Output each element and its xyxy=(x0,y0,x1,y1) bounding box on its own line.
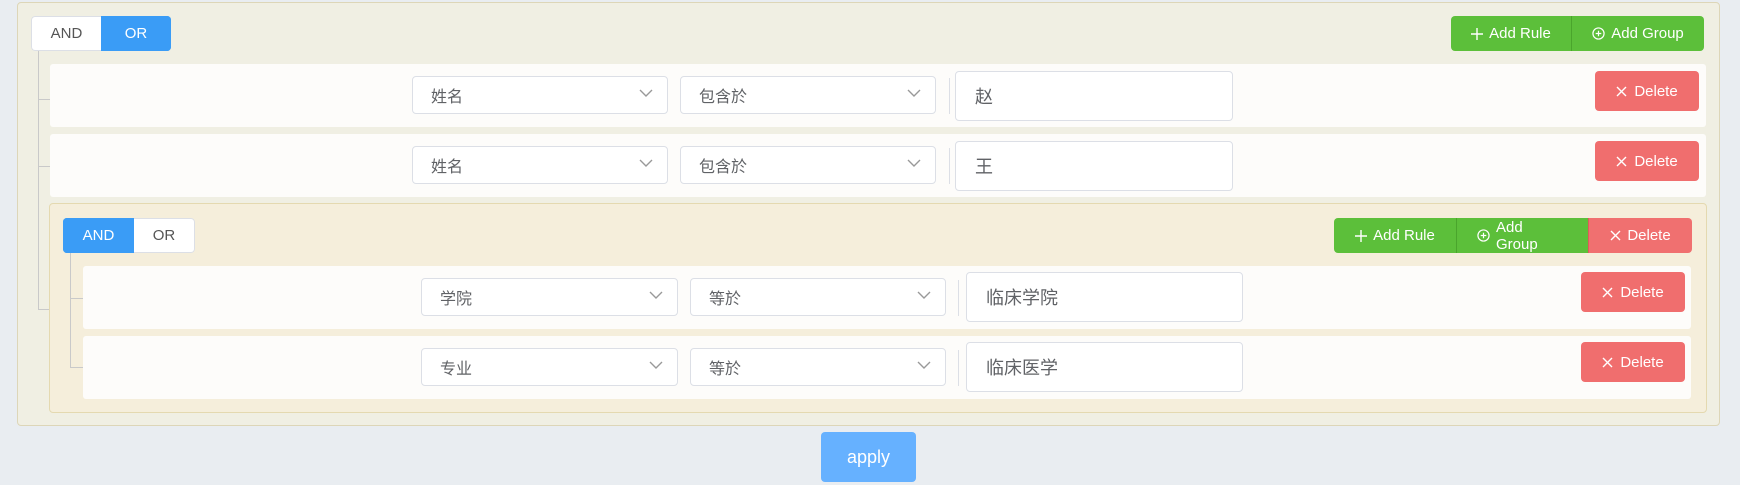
field-select-value: 学院 xyxy=(440,291,473,308)
add-group-label: Add Group xyxy=(1496,218,1538,253)
chevron-down-icon xyxy=(907,159,921,168)
operator-select[interactable]: 等於 xyxy=(690,278,946,316)
tree-line xyxy=(70,298,84,299)
field-select[interactable]: 学院 xyxy=(421,278,678,316)
operator-select-value: 包含於 xyxy=(699,89,748,106)
chevron-down-icon xyxy=(917,291,931,300)
delete-rule-button[interactable]: Delete xyxy=(1595,71,1699,111)
or-toggle-button[interactable]: OR xyxy=(101,16,171,51)
add-rule-label: Add Rule xyxy=(1373,227,1435,244)
operator-select[interactable]: 包含於 xyxy=(680,146,936,184)
divider xyxy=(958,280,959,316)
circle-plus-icon xyxy=(1477,229,1490,242)
delete-group-button[interactable]: Delete xyxy=(1588,218,1692,253)
delete-label: Delete xyxy=(1627,227,1671,244)
chevron-down-icon xyxy=(649,291,663,300)
value-input[interactable]: 赵 xyxy=(955,71,1233,121)
add-rule-button[interactable]: Add Rule xyxy=(1334,218,1456,253)
delete-rule-button[interactable]: Delete xyxy=(1595,141,1699,181)
add-group-label: Add Group xyxy=(1611,25,1684,42)
close-icon xyxy=(1616,156,1627,167)
outer-conjunction-toggle: AND OR xyxy=(31,16,171,51)
delete-label: Delete xyxy=(1634,152,1678,170)
field-select-value: 姓名 xyxy=(431,89,464,106)
inner-conjunction-toggle: AND OR xyxy=(63,218,195,253)
add-group-button[interactable]: Add Group xyxy=(1571,16,1704,51)
plus-icon xyxy=(1355,229,1368,242)
close-icon xyxy=(1602,357,1613,368)
add-rule-label: Add Rule xyxy=(1489,25,1551,42)
apply-button[interactable]: apply xyxy=(821,432,916,482)
circle-plus-icon xyxy=(1592,27,1605,40)
plus-icon xyxy=(1471,27,1484,40)
close-icon xyxy=(1616,86,1627,97)
inner-group-actions: Add Rule Add Group Delete xyxy=(1334,218,1692,253)
divider xyxy=(949,148,950,184)
operator-select-value: 等於 xyxy=(709,291,742,308)
tree-line xyxy=(70,367,84,368)
value-input[interactable]: 王 xyxy=(955,141,1233,191)
close-icon xyxy=(1602,287,1613,298)
delete-label: Delete xyxy=(1634,82,1678,100)
operator-select[interactable]: 包含於 xyxy=(680,76,936,114)
tree-line xyxy=(38,48,39,309)
chevron-down-icon xyxy=(639,89,653,98)
outer-group-actions: Add Rule Add Group xyxy=(1451,16,1704,51)
divider xyxy=(958,350,959,386)
and-toggle-button[interactable]: AND xyxy=(31,16,101,51)
chevron-down-icon xyxy=(917,361,931,370)
and-toggle-button[interactable]: AND xyxy=(63,218,134,253)
field-select[interactable]: 专业 xyxy=(421,348,678,386)
divider xyxy=(949,78,950,114)
delete-rule-button[interactable]: Delete xyxy=(1581,272,1685,312)
operator-select[interactable]: 等於 xyxy=(690,348,946,386)
value-input[interactable]: 临床医学 xyxy=(966,342,1243,392)
value-input-text: 临床学院 xyxy=(986,288,1058,308)
chevron-down-icon xyxy=(639,159,653,168)
delete-rule-button[interactable]: Delete xyxy=(1581,342,1685,382)
add-group-button[interactable]: Add Group xyxy=(1456,218,1588,253)
add-rule-button[interactable]: Add Rule xyxy=(1451,16,1571,51)
chevron-down-icon xyxy=(907,89,921,98)
value-input-text: 临床医学 xyxy=(986,358,1058,378)
delete-label: Delete xyxy=(1620,283,1664,301)
chevron-down-icon xyxy=(649,361,663,370)
field-select[interactable]: 姓名 xyxy=(412,146,668,184)
tree-line xyxy=(70,250,71,368)
or-toggle-button[interactable]: OR xyxy=(134,218,195,253)
operator-select-value: 包含於 xyxy=(699,159,748,176)
close-icon xyxy=(1610,230,1621,241)
operator-select-value: 等於 xyxy=(709,361,742,378)
delete-label: Delete xyxy=(1620,353,1664,371)
field-select-value: 姓名 xyxy=(431,159,464,176)
value-input-text: 王 xyxy=(975,157,993,177)
value-input-text: 赵 xyxy=(975,87,993,107)
field-select[interactable]: 姓名 xyxy=(412,76,668,114)
field-select-value: 专业 xyxy=(440,361,473,378)
value-input[interactable]: 临床学院 xyxy=(966,272,1243,322)
